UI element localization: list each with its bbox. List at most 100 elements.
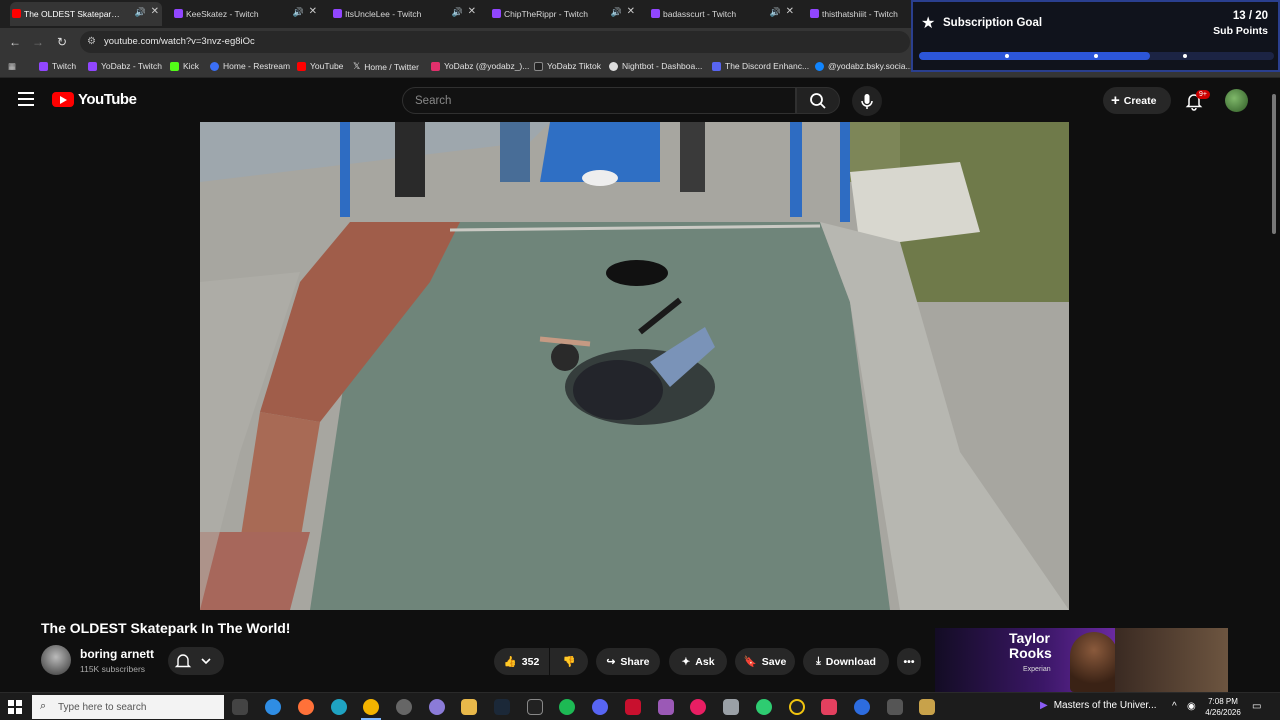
bookmark-nightbot[interactable]: Nightbot - Dashboa... bbox=[609, 61, 702, 71]
search-button[interactable] bbox=[796, 87, 840, 114]
tray-chevron-icon[interactable]: ^ bbox=[1172, 701, 1177, 712]
youtube-logo[interactable]: YouTube bbox=[52, 91, 137, 108]
app-icon[interactable] bbox=[723, 699, 739, 715]
taskbar-clock[interactable]: 7:08 PM 4/26/2026 bbox=[1200, 696, 1246, 718]
settings-gear-icon[interactable] bbox=[887, 699, 903, 715]
edge-icon[interactable] bbox=[331, 699, 347, 715]
bookmark-kick[interactable]: Kick bbox=[170, 61, 199, 71]
tab-thisthatshiiit[interactable]: thisthatshiiit - Twitch bbox=[808, 2, 908, 26]
bookmark-twitter[interactable]: 𝕏 Home / Twitter bbox=[353, 61, 419, 72]
ad-person-image bbox=[1070, 632, 1118, 692]
reload-icon[interactable]: ↻ bbox=[53, 33, 71, 51]
create-label: Create bbox=[1123, 94, 1157, 107]
steam-icon[interactable] bbox=[494, 699, 510, 715]
ask-button[interactable]: ✦ Ask bbox=[669, 648, 727, 675]
file-explorer-icon[interactable] bbox=[461, 699, 477, 715]
tiktok-icon[interactable] bbox=[821, 699, 837, 715]
location-icon[interactable]: ◉ bbox=[1187, 701, 1196, 712]
close-tab-icon[interactable]: ✕ bbox=[627, 6, 635, 17]
search-input[interactable]: Search bbox=[402, 87, 796, 114]
app-icon[interactable] bbox=[625, 699, 641, 715]
more-actions-button[interactable]: ••• bbox=[897, 648, 921, 675]
share-label: Share bbox=[620, 655, 650, 668]
bookmark-bluesky[interactable]: @yodabz.bsky.socia... bbox=[815, 61, 913, 71]
notification-center-icon[interactable]: ▭ bbox=[1252, 701, 1261, 712]
download-button[interactable]: ⤓ Download bbox=[803, 648, 889, 675]
bookmark-label: YoDabz (@yodabz_)... bbox=[444, 61, 530, 71]
share-button[interactable]: ↪ Share bbox=[596, 648, 660, 675]
bookmark-restream[interactable]: Home - Restream bbox=[210, 61, 290, 71]
tab-keeskatez[interactable]: KeeSkatez - Twitch 🔊 ✕ bbox=[172, 2, 320, 26]
speaker-icon[interactable]: 🔊 bbox=[770, 7, 781, 18]
taskbar-search-input[interactable]: ⌕ Type here to search bbox=[32, 695, 224, 719]
sub-goal-progress-bar bbox=[919, 52, 1274, 60]
speaker-icon[interactable]: 🔊 bbox=[135, 7, 146, 18]
app-icon[interactable] bbox=[789, 699, 805, 715]
tab-badasscurt[interactable]: badasscurt - Twitch 🔊 ✕ bbox=[649, 2, 797, 26]
channel-subscriber-count: 115K subscribers bbox=[80, 664, 146, 674]
tab-title: ItsUncleLee - Twitch bbox=[345, 9, 422, 19]
scrollbar-thumb[interactable] bbox=[1272, 94, 1276, 234]
video-frame bbox=[200, 122, 1069, 610]
bookmark-instagram[interactable]: YoDabz (@yodabz_)... bbox=[431, 61, 529, 71]
save-button[interactable]: 🔖 Save bbox=[735, 648, 795, 675]
site-info-icon[interactable]: ⚙ bbox=[87, 36, 96, 47]
clock-date: 4/26/2026 bbox=[1205, 708, 1241, 717]
url-field[interactable]: ⚙ youtube.com/watch?v=3nvz-eg8iOc bbox=[80, 31, 910, 53]
microphone-icon bbox=[861, 94, 873, 109]
sponsored-ad-thumbnail[interactable]: Taylor Rooks Experian bbox=[935, 628, 1228, 692]
bookmark-youtube[interactable]: YouTube bbox=[297, 61, 343, 71]
subscription-notification-button[interactable] bbox=[168, 647, 224, 675]
bookmark-yodabz-twitch[interactable]: YoDabz - Twitch bbox=[88, 61, 162, 71]
tab-itsunclelee[interactable]: ItsUncleLee - Twitch 🔊 ✕ bbox=[331, 2, 479, 26]
youtube-favicon-icon bbox=[12, 9, 21, 18]
firefox-icon[interactable] bbox=[298, 699, 314, 715]
like-button[interactable]: 👍 352 bbox=[494, 648, 549, 675]
app-icon[interactable] bbox=[658, 699, 674, 715]
channel-avatar[interactable] bbox=[41, 645, 71, 675]
copilot-icon[interactable] bbox=[265, 699, 281, 715]
restream-icon bbox=[210, 61, 219, 71]
spotify-icon[interactable] bbox=[559, 699, 575, 715]
thumbs-up-icon: 👍 bbox=[503, 656, 517, 668]
clock-time: 7:08 PM bbox=[1208, 697, 1238, 706]
app-icon[interactable] bbox=[429, 699, 445, 715]
page-scrollbar[interactable] bbox=[1270, 84, 1278, 692]
forward-arrow-icon[interactable]: → bbox=[29, 33, 47, 51]
bookmark-discord-enhancer[interactable]: The Discord Enhanc... bbox=[712, 61, 809, 71]
windows-start-icon[interactable] bbox=[8, 700, 22, 714]
speaker-icon[interactable]: 🔊 bbox=[611, 7, 622, 18]
speaker-icon[interactable]: 🔊 bbox=[293, 7, 304, 18]
app-icon[interactable] bbox=[756, 699, 772, 715]
bookmark-twitch[interactable]: Twitch bbox=[39, 61, 76, 71]
voice-search-button[interactable] bbox=[852, 86, 882, 116]
close-tab-icon[interactable]: ✕ bbox=[151, 6, 159, 17]
app-icon[interactable] bbox=[854, 699, 870, 715]
create-button[interactable]: + Create bbox=[1103, 87, 1171, 114]
close-tab-icon[interactable]: ✕ bbox=[468, 6, 476, 17]
youtube-header: YouTube Search + Create 9+ bbox=[0, 78, 1270, 122]
epic-games-icon[interactable] bbox=[527, 699, 543, 715]
channel-name-link[interactable]: boring arnett bbox=[80, 647, 154, 661]
bookmark-tiktok[interactable]: YoDabz Tiktok bbox=[534, 61, 601, 71]
app-icon[interactable] bbox=[919, 699, 935, 715]
apps-grid-icon[interactable]: ▦ bbox=[8, 61, 16, 72]
task-view-icon[interactable] bbox=[232, 699, 248, 715]
video-player[interactable] bbox=[200, 122, 1069, 610]
kick-icon bbox=[170, 61, 179, 71]
chrome-icon[interactable] bbox=[363, 699, 379, 715]
close-tab-icon[interactable]: ✕ bbox=[786, 6, 794, 17]
back-arrow-icon[interactable]: ← bbox=[6, 33, 24, 51]
tab-chiptherippr[interactable]: ChipTheRippr - Twitch 🔊 ✕ bbox=[490, 2, 638, 26]
ad-headline: Rooks bbox=[1009, 645, 1052, 661]
account-avatar[interactable] bbox=[1225, 89, 1248, 112]
speaker-icon[interactable]: 🔊 bbox=[452, 7, 463, 18]
discord-icon[interactable] bbox=[592, 699, 608, 715]
dislike-button[interactable]: 👎 bbox=[550, 648, 588, 675]
close-tab-icon[interactable]: ✕ bbox=[309, 6, 317, 17]
app-icon[interactable] bbox=[690, 699, 706, 715]
obs-icon[interactable] bbox=[396, 699, 412, 715]
tab-active-youtube[interactable]: The OLDEST Skatepark In The... 🔊 ✕ bbox=[10, 2, 162, 26]
hamburger-menu-icon[interactable] bbox=[18, 92, 34, 106]
media-now-playing[interactable]: ▶ Masters of the Univer... bbox=[1040, 700, 1157, 711]
